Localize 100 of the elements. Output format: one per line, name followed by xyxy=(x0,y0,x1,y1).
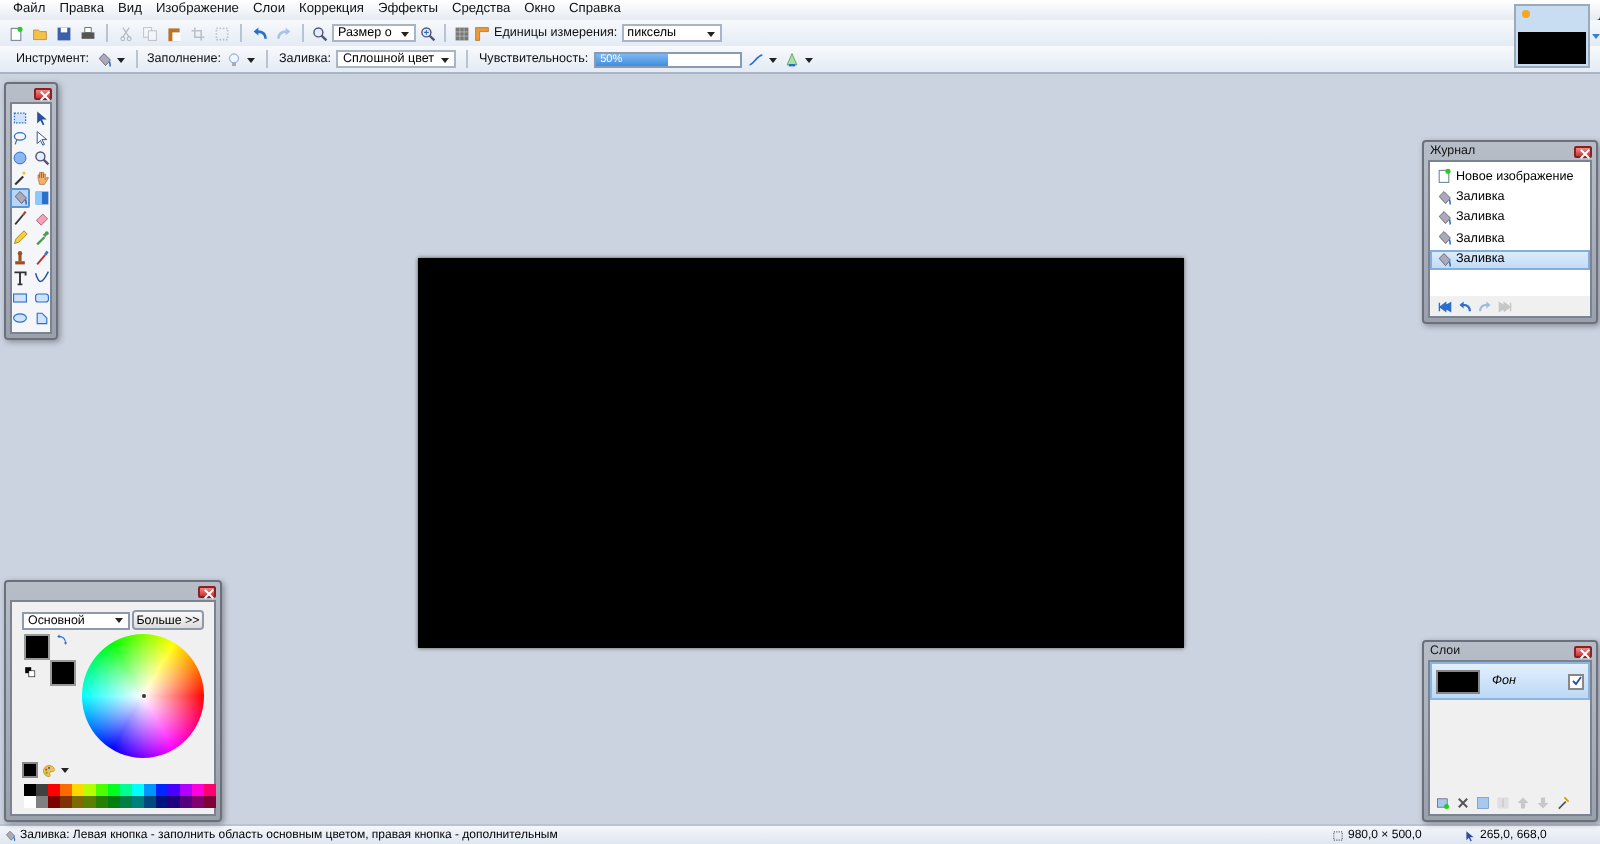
close-button[interactable] xyxy=(1574,645,1592,657)
caret-icon xyxy=(115,55,125,63)
tool-button[interactable] xyxy=(32,108,52,127)
paint-bucket-icon xyxy=(1436,251,1452,268)
tool-button[interactable] xyxy=(32,248,52,267)
rectangle-icon xyxy=(12,289,28,306)
toolbar-button[interactable] xyxy=(6,23,26,43)
pen-icon xyxy=(1555,796,1569,810)
tool-button[interactable] xyxy=(10,248,30,267)
toolbar-button[interactable] xyxy=(164,23,184,43)
magic-wand-icon xyxy=(12,169,28,186)
close-button[interactable] xyxy=(1574,145,1592,157)
palette-swatch[interactable] xyxy=(132,796,144,808)
paint-bucket-icon xyxy=(95,51,111,67)
blend-icon xyxy=(784,51,801,67)
palette-swatch[interactable] xyxy=(180,796,192,808)
palette-swatch[interactable] xyxy=(204,796,216,808)
palette-swatch[interactable] xyxy=(168,784,180,796)
ellipse-icon xyxy=(12,309,28,326)
palette-swatch[interactable] xyxy=(96,784,108,796)
tool-button[interactable] xyxy=(32,148,52,167)
paint-bucket-icon xyxy=(12,189,28,206)
brush-icon xyxy=(12,209,28,226)
tool-button[interactable] xyxy=(32,128,52,147)
toolbar-button[interactable] xyxy=(250,23,270,43)
palette-swatch[interactable] xyxy=(60,796,72,808)
caret-icon xyxy=(804,55,815,63)
caret-icon xyxy=(705,29,716,37)
palette-swatch[interactable] xyxy=(36,796,48,808)
toolbar-button[interactable] xyxy=(54,23,74,43)
save-icon xyxy=(56,25,72,41)
tool-button[interactable] xyxy=(10,168,30,187)
caret-icon xyxy=(114,616,124,624)
layer-button[interactable] xyxy=(1454,794,1470,812)
palette-swatch[interactable] xyxy=(156,796,168,808)
palette-swatch[interactable] xyxy=(132,784,144,796)
tool-button[interactable] xyxy=(10,208,30,227)
palette-swatch[interactable] xyxy=(144,784,156,796)
palette-swatch[interactable] xyxy=(144,796,156,808)
history-button[interactable] xyxy=(1456,297,1474,315)
history-button[interactable] xyxy=(1436,297,1454,315)
curve-icon xyxy=(34,269,50,286)
recolor-brush-icon xyxy=(34,249,50,266)
paint-bucket-icon xyxy=(1436,209,1452,226)
palette-swatch[interactable] xyxy=(180,784,192,796)
palette-swatch[interactable] xyxy=(72,796,84,808)
palette-swatch[interactable] xyxy=(96,796,108,808)
toolbar-button[interactable] xyxy=(78,23,98,43)
image-thumbnail[interactable] xyxy=(1514,4,1590,68)
caret-icon xyxy=(60,766,70,775)
layer-button[interactable] xyxy=(1554,794,1570,812)
palette-swatch[interactable] xyxy=(192,784,204,796)
curve-icon xyxy=(748,51,765,67)
palette-swatch[interactable] xyxy=(204,784,216,796)
secondary-color-swatch[interactable] xyxy=(50,660,76,686)
new-document-icon xyxy=(8,25,24,41)
close-button[interactable] xyxy=(198,585,216,597)
rounded-rectangle-icon xyxy=(34,289,50,306)
palette-swatch[interactable] xyxy=(84,796,96,808)
visibility-checkbox[interactable] xyxy=(1568,673,1584,689)
freeform-shape-icon xyxy=(34,309,50,326)
check-icon xyxy=(1571,676,1581,686)
palette-swatch[interactable] xyxy=(24,796,36,808)
palette-swatch[interactable] xyxy=(84,784,96,796)
print-icon xyxy=(80,25,96,41)
dropdown-arrow-icon[interactable] xyxy=(1592,32,1600,40)
color-swatch-small[interactable] xyxy=(22,762,38,779)
palette-swatch[interactable] xyxy=(120,784,132,796)
pipette-icon xyxy=(34,229,50,246)
palette-swatch[interactable] xyxy=(192,796,204,808)
reset-colors-icon xyxy=(24,666,36,678)
palette-swatch[interactable] xyxy=(108,784,120,796)
eraser-icon xyxy=(34,209,50,226)
palette-swatch[interactable] xyxy=(24,784,36,796)
bulb-icon xyxy=(226,51,243,67)
palette-swatch[interactable] xyxy=(120,796,132,808)
tool-button[interactable] xyxy=(32,268,52,287)
caret-icon xyxy=(400,29,410,37)
palette-swatch[interactable] xyxy=(48,784,60,796)
palette-icon xyxy=(42,763,56,778)
layer-button[interactable] xyxy=(1434,794,1450,812)
magnifier-icon xyxy=(34,149,50,166)
palette-swatch[interactable] xyxy=(60,784,72,796)
redo-icon xyxy=(276,25,292,41)
palette-swatch[interactable] xyxy=(72,784,84,796)
palette-swatch[interactable] xyxy=(156,784,168,796)
palette-swatch[interactable] xyxy=(36,784,48,796)
primary-color-swatch[interactable] xyxy=(24,634,50,660)
swap-icon xyxy=(56,634,68,646)
layer-thumbnail xyxy=(1436,669,1480,693)
palette-swatch[interactable] xyxy=(48,796,60,808)
crop-icon xyxy=(190,25,206,41)
copy-icon xyxy=(142,25,158,41)
palette-swatch[interactable] xyxy=(108,796,120,808)
hand-icon xyxy=(34,169,50,186)
redo-icon xyxy=(1478,299,1492,313)
tool-button[interactable] xyxy=(10,268,30,287)
new-document-icon xyxy=(1436,168,1452,185)
close-button[interactable] xyxy=(34,87,52,99)
palette-swatch[interactable] xyxy=(168,796,180,808)
